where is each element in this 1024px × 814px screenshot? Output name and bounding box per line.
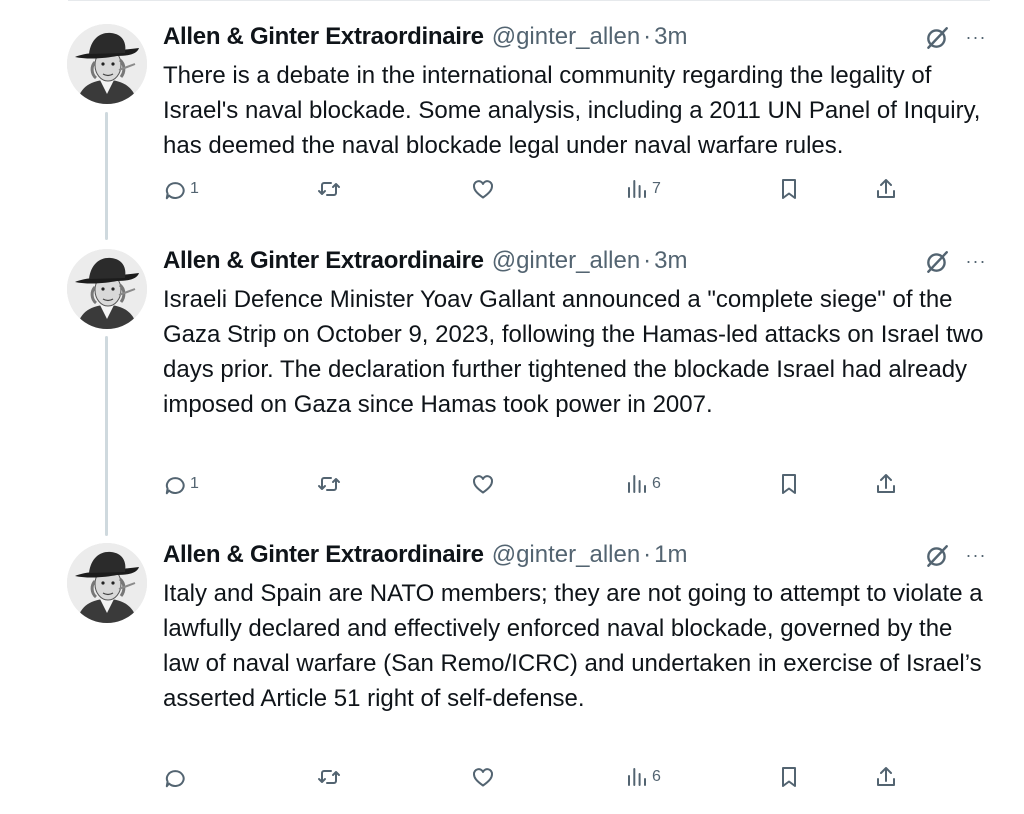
like-icon	[473, 475, 493, 494]
action-bar: 6	[163, 762, 923, 792]
reply-button[interactable]: 1	[163, 469, 199, 499]
timestamp[interactable]: 1m	[654, 541, 687, 569]
bookmark-icon	[782, 474, 796, 494]
grok-icon[interactable]	[924, 543, 950, 569]
bookmark-button[interactable]	[777, 174, 801, 204]
share-button[interactable]	[874, 174, 898, 204]
avatar[interactable]	[67, 24, 147, 104]
share-icon	[877, 179, 895, 198]
more-icon[interactable]: ···	[962, 540, 990, 570]
repost-icon	[318, 477, 340, 491]
tweet-1[interactable]: Allen & Ginter Extraordinaire @ginter_al…	[0, 20, 1024, 220]
grok-icon[interactable]	[924, 25, 950, 51]
views-button[interactable]: 6	[625, 762, 661, 792]
like-icon	[473, 180, 493, 199]
reply-count: 1	[190, 475, 199, 492]
tweet-header: Allen & Ginter Extraordinaire @ginter_al…	[163, 538, 688, 572]
author-handle[interactable]: @ginter_allen	[492, 541, 640, 569]
repost-button[interactable]	[317, 174, 344, 204]
author-name[interactable]: Allen & Ginter Extraordinaire	[163, 541, 484, 569]
like-button[interactable]	[471, 174, 498, 204]
share-icon	[877, 767, 895, 786]
tweet-3[interactable]: Allen & Ginter Extraordinaire @ginter_al…	[0, 538, 1024, 808]
bookmark-button[interactable]	[777, 762, 801, 792]
tweet-text: Italy and Spain are NATO members; they a…	[163, 580, 983, 712]
tweet-header: Allen & Ginter Extraordinaire @ginter_al…	[163, 20, 688, 54]
reply-button[interactable]	[163, 762, 190, 792]
tweet-text: Israeli Defence Minister Yoav Gallant an…	[163, 286, 984, 418]
separator-dot: ·	[643, 247, 652, 274]
views-icon	[628, 475, 646, 493]
avatar[interactable]	[67, 249, 147, 329]
timestamp[interactable]: 3m	[654, 23, 687, 51]
avatar[interactable]	[67, 543, 147, 623]
repost-button[interactable]	[317, 469, 344, 499]
share-button[interactable]	[874, 469, 898, 499]
timestamp[interactable]: 3m	[654, 247, 687, 275]
views-icon	[628, 180, 646, 198]
author-handle[interactable]: @ginter_allen	[492, 23, 640, 51]
repost-icon	[318, 182, 340, 196]
grok-icon[interactable]	[924, 249, 950, 275]
separator-dot: ·	[643, 23, 652, 50]
action-bar: 1 7	[163, 174, 923, 204]
share-button[interactable]	[874, 762, 898, 792]
top-divider	[68, 0, 990, 1]
reply-icon	[165, 182, 185, 200]
reply-icon	[165, 477, 185, 495]
like-button[interactable]	[471, 469, 498, 499]
more-icon[interactable]: ···	[962, 246, 990, 276]
like-icon	[473, 768, 493, 787]
reply-button[interactable]: 1	[163, 174, 199, 204]
repost-button[interactable]	[317, 762, 344, 792]
bookmark-icon	[782, 767, 796, 787]
more-icon[interactable]: ···	[962, 22, 990, 52]
reply-count: 1	[190, 180, 199, 197]
author-handle[interactable]: @ginter_allen	[492, 247, 640, 275]
bookmark-icon	[782, 179, 796, 199]
view-count: 6	[652, 768, 661, 785]
author-name[interactable]: Allen & Ginter Extraordinaire	[163, 247, 484, 275]
tweet-2[interactable]: Allen & Ginter Extraordinaire @ginter_al…	[0, 244, 1024, 514]
view-count: 6	[652, 475, 661, 492]
views-button[interactable]: 6	[625, 469, 661, 499]
share-icon	[877, 474, 895, 493]
reply-icon	[165, 770, 185, 788]
tweet-text: There is a debate in the international c…	[163, 62, 981, 159]
like-button[interactable]	[471, 762, 498, 792]
view-count: 7	[652, 180, 661, 197]
author-name[interactable]: Allen & Ginter Extraordinaire	[163, 23, 484, 51]
bookmark-button[interactable]	[777, 469, 801, 499]
tweet-header: Allen & Ginter Extraordinaire @ginter_al…	[163, 244, 688, 278]
action-bar: 1 6	[163, 469, 923, 499]
repost-icon	[318, 770, 340, 784]
views-button[interactable]: 7	[625, 174, 661, 204]
views-icon	[628, 768, 646, 786]
separator-dot: ·	[643, 541, 652, 568]
